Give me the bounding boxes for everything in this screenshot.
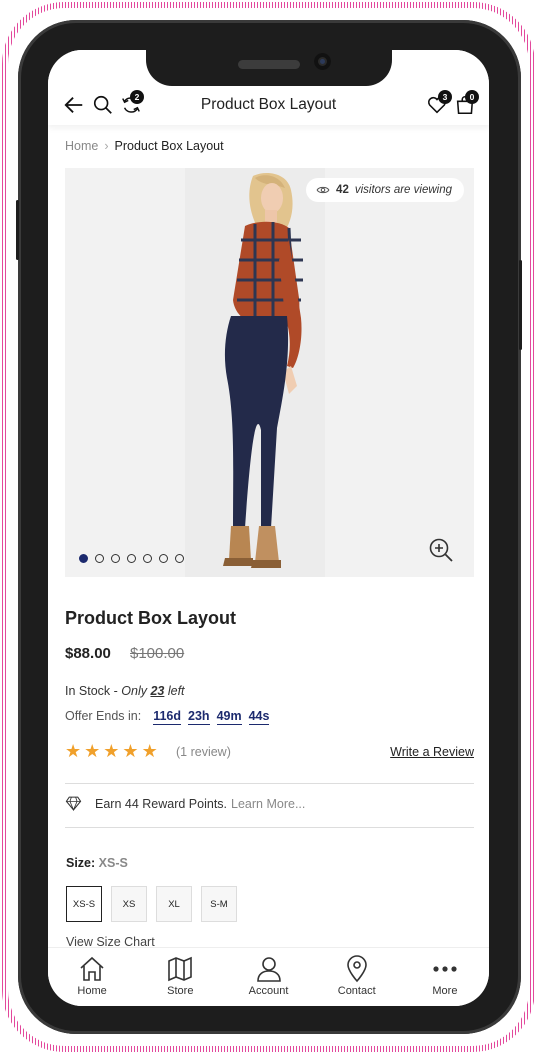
reward-text: Earn 44 Reward Points. [95, 796, 228, 811]
nav-label-store: Store [167, 985, 194, 997]
diamond-icon [65, 796, 82, 811]
nav-label-account: Account [248, 985, 289, 997]
star-icon: ★ [122, 741, 139, 761]
stock-left: left [167, 684, 185, 698]
nav-item-contact[interactable]: Contact [313, 948, 401, 1006]
selected-size-value: XS-S [98, 856, 128, 870]
gallery-pagination [79, 554, 184, 563]
breadcrumb-current: Product Box Layout [114, 139, 224, 153]
phone-notch [146, 48, 392, 86]
size-option-button[interactable]: S-M [201, 886, 237, 922]
reward-points: Earn 44 Reward Points. Learn More... [65, 795, 305, 812]
gallery-dot[interactable] [159, 554, 168, 563]
gallery-dot[interactable] [175, 554, 184, 563]
stock-status: In Stock - Only 23 left [65, 684, 185, 698]
front-camera [314, 53, 331, 70]
product-price: $88.00 [65, 645, 111, 662]
gallery-dot[interactable] [111, 554, 120, 563]
offer-label: Offer Ends in: [65, 709, 142, 723]
countdown-minutes: 49m [216, 709, 242, 725]
speaker [238, 60, 300, 69]
divider [65, 827, 474, 828]
gallery-dot[interactable] [79, 554, 88, 563]
review-count: (1 review) [176, 745, 231, 759]
breadcrumb-home-link[interactable]: Home [65, 139, 98, 153]
screen: 2 Product Box Layout 3 0 Home › Product Bo… [48, 50, 489, 1006]
chevron-right-icon: › [104, 139, 109, 153]
star-icon: ★ [103, 741, 120, 761]
wishlist-count-badge: 3 [438, 90, 452, 104]
offer-countdown: Offer Ends in: 116d 23h 49m 44s [65, 709, 270, 725]
write-review-link[interactable]: Write a Review [390, 745, 474, 759]
visitors-viewing-badge: 42 visitors are viewing [306, 178, 464, 202]
product-title: Product Box Layout [65, 608, 237, 628]
more-dots-icon [433, 966, 457, 972]
product-image-gallery[interactable]: 42 visitors are viewing [65, 168, 474, 577]
product-photo-model [65, 168, 474, 577]
bottom-navigation: Home Store Account Contact More [48, 947, 489, 1006]
nav-label-more: More [432, 985, 458, 997]
stock-only: Only [121, 684, 147, 698]
home-icon [80, 956, 104, 981]
gallery-dot[interactable] [143, 554, 152, 563]
stock-separator: - [110, 684, 122, 698]
zoom-in-icon[interactable] [428, 537, 454, 563]
product-old-price: $100.00 [130, 645, 185, 662]
divider [65, 783, 474, 784]
visitors-text: visitors are viewing [354, 184, 452, 196]
phone-side-button [519, 260, 522, 350]
page-title: Product Box Layout [200, 96, 337, 113]
phone-side-button [16, 200, 19, 260]
countdown-seconds: 44s [248, 709, 270, 725]
nav-item-store[interactable]: Store [136, 948, 224, 1006]
gallery-dot[interactable] [127, 554, 136, 563]
countdown-hours: 23h [188, 709, 210, 725]
gallery-dot[interactable] [95, 554, 104, 563]
visitors-count: 42 [336, 184, 349, 196]
breadcrumb: Home › Product Box Layout [65, 139, 224, 153]
cart-count-badge: 0 [465, 90, 479, 104]
size-label-text: Size: [66, 856, 96, 870]
stock-quantity: 23 [150, 684, 165, 698]
rating-stars: ★ ★ ★ ★ ★ [65, 742, 158, 760]
stock-label: In Stock [65, 684, 111, 698]
star-icon: ★ [84, 741, 101, 761]
nav-item-more[interactable]: More [401, 948, 489, 1006]
star-icon: ★ [141, 741, 158, 761]
size-label: Size: XS-S [66, 856, 128, 870]
size-option-button[interactable]: XS [111, 886, 147, 922]
size-option-button[interactable]: XL [156, 886, 192, 922]
nav-label-home: Home [77, 985, 107, 997]
size-options: XS-S XS XL S-M [66, 886, 237, 922]
reward-learn-more-link[interactable]: Learn More... [231, 797, 305, 811]
location-pin-icon [346, 955, 367, 983]
eye-icon [316, 186, 330, 194]
user-icon [256, 957, 281, 982]
nav-label-contact: Contact [337, 985, 376, 997]
size-option-button[interactable]: XS-S [66, 886, 102, 922]
map-icon [168, 956, 193, 982]
star-icon: ★ [65, 741, 82, 761]
countdown-days: 116d [153, 709, 182, 725]
nav-item-home[interactable]: Home [48, 948, 136, 1006]
nav-item-account[interactable]: Account [224, 948, 312, 1006]
